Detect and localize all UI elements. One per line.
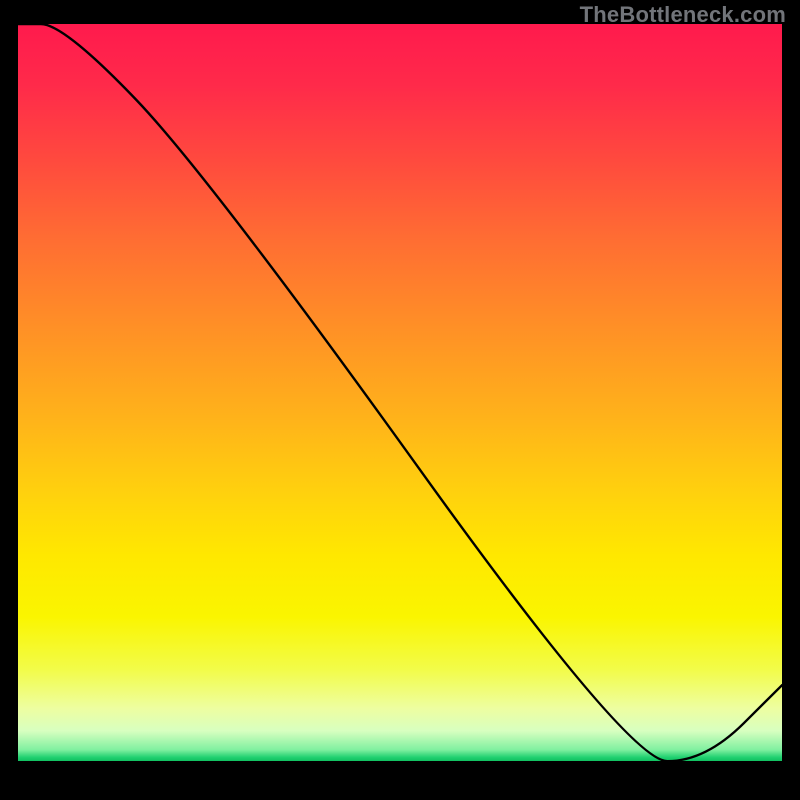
chart-container: TheBottleneck.com (0, 0, 800, 800)
watermark-label: TheBottleneck.com (580, 2, 786, 28)
plot-gradient-area (18, 24, 782, 784)
